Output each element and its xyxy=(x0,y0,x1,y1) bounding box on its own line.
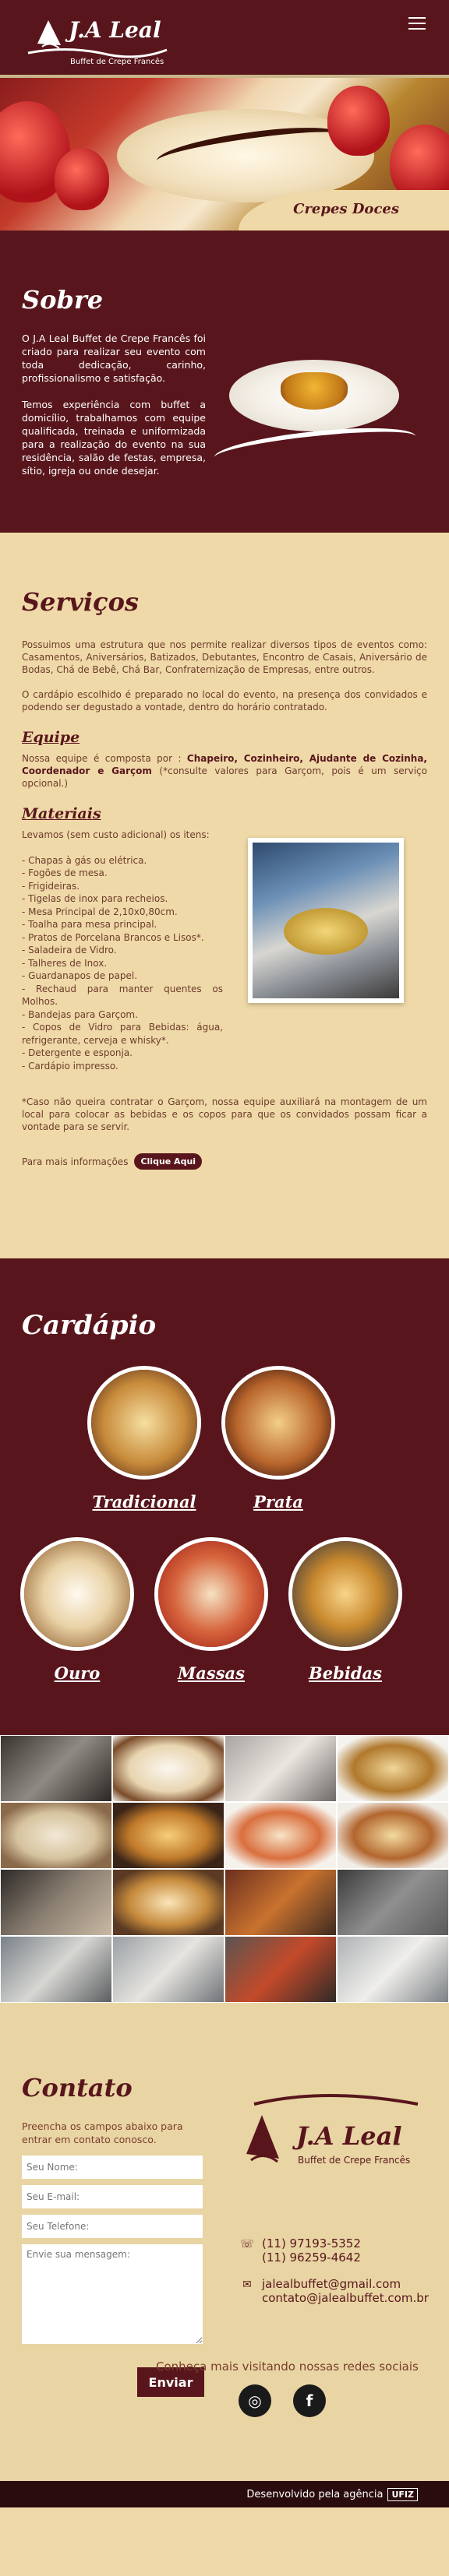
contact-logo-subtitle: Buffet de Crepe Francês xyxy=(298,2155,410,2166)
footer: Desenvolvido pela agência UFIZ xyxy=(0,2462,449,2507)
logo-title: J.A Leal xyxy=(65,17,161,43)
gallery-photo[interactable] xyxy=(0,1869,112,1936)
phone-1[interactable]: (11) 97193-5352 xyxy=(262,2236,361,2250)
menu-item-massas-image[interactable] xyxy=(154,1537,268,1651)
materials-item: - Saladeira de Vidro. xyxy=(22,945,117,955)
contact-logo-title: J.A Leal xyxy=(292,2121,402,2151)
materials-item: - Bandejas para Garçom. xyxy=(22,1008,138,1020)
site-header: J.A Leal Buffet de Crepe Francês xyxy=(0,0,449,78)
site-logo[interactable]: J.A Leal Buffet de Crepe Francês xyxy=(22,6,170,70)
gallery-photo[interactable] xyxy=(337,1735,449,1802)
gallery-photo[interactable] xyxy=(337,1936,449,2003)
materials-title: Materiais xyxy=(22,805,101,822)
email-2[interactable]: contato@jalealbuffet.com.br xyxy=(262,2291,429,2305)
gallery-photo[interactable] xyxy=(112,1936,224,2003)
footer-bar: Desenvolvido pela agência UFIZ xyxy=(0,2481,449,2507)
about-section: Sobre O J.A Leal Buffet de Crepe Francês… xyxy=(0,231,449,533)
gallery-photo[interactable] xyxy=(112,1802,224,1869)
waiter-note: *Caso não queira contratar o Garçom, nos… xyxy=(22,1096,427,1132)
materials-list: Levamos (sem custo adicional) os itens: … xyxy=(22,829,223,1072)
materials-item: - Copos de Vidro para Bebidas: água, ref… xyxy=(22,1022,223,1046)
menu-item-prata[interactable]: Prata xyxy=(208,1492,348,1511)
menu-item-tradicional-image[interactable] xyxy=(87,1366,201,1480)
facebook-icon[interactable]: f xyxy=(293,2384,326,2417)
gallery-photo[interactable] xyxy=(0,1802,112,1869)
gallery-photo[interactable] xyxy=(0,1936,112,2003)
hero-banner: Crepes Doces xyxy=(0,78,449,231)
instagram-icon[interactable]: ◎ xyxy=(239,2384,271,2417)
buffet-photo xyxy=(248,838,404,1003)
email-contact: ✉ jalealbuffet@gmail.com contato@jalealb… xyxy=(240,2277,429,2305)
click-here-button[interactable]: Clique Aqui xyxy=(134,1153,203,1170)
materials-intro: Levamos (sem custo adicional) os itens: xyxy=(22,829,210,840)
about-title: Sobre xyxy=(22,285,104,315)
team-intro: Nossa equipe é composta por : xyxy=(22,753,182,764)
agency-logo[interactable]: UFIZ xyxy=(387,2487,418,2501)
services-paragraph-1: Possuimos uma estrutura que nos permite … xyxy=(22,639,427,675)
message-input[interactable] xyxy=(22,2244,203,2344)
materials-item: - Toalha para mesa principal. xyxy=(22,919,157,930)
hamburger-menu-icon[interactable] xyxy=(408,17,426,30)
more-info-text: Para mais informações xyxy=(22,1156,129,1167)
materials-item: - Rechaud para manter quentes os Molhos. xyxy=(22,983,223,1008)
materials-item: - Cardápio impresso. xyxy=(22,1060,118,1072)
contact-logo: J.A Leal Buffet de Crepe Francês xyxy=(239,2089,422,2174)
materials-item: - Fogões de mesa. xyxy=(22,867,108,878)
phone-2[interactable]: (11) 96259-4642 xyxy=(262,2250,361,2265)
materials-item: - Mesa Principal de 2,10x0,80cm. xyxy=(22,906,178,917)
services-title: Serviços xyxy=(22,587,139,617)
materials-item: - Frigideiras. xyxy=(22,880,80,892)
footer-credit: Desenvolvido pela agência xyxy=(246,2488,384,2500)
menu-section: Cardápio Tradicional Prata Ouro Massas B… xyxy=(0,1258,449,1735)
contact-section: Contato Preencha os campos abaixo para e… xyxy=(0,2003,449,2462)
email-input[interactable] xyxy=(22,2185,203,2208)
menu-item-tradicional[interactable]: Tradicional xyxy=(74,1492,214,1511)
team-title: Equipe xyxy=(22,729,80,746)
menu-item-prata-image[interactable] xyxy=(221,1366,335,1480)
gallery-photo[interactable] xyxy=(0,1735,112,1802)
materials-block: Levamos (sem custo adicional) os itens: … xyxy=(22,829,427,1072)
gallery-photo[interactable] xyxy=(337,1869,449,1936)
phone-contact: ☏ (11) 97193-5352 (11) 96259-4642 xyxy=(240,2236,361,2265)
materials-item: - Pratos de Porcelana Brancos e Lisos*. xyxy=(22,931,204,943)
materials-item: - Detergente e esponja. xyxy=(22,1047,133,1058)
menu-item-bebidas-image[interactable] xyxy=(288,1537,402,1651)
more-info: Para mais informações Clique Aqui xyxy=(22,1153,427,1170)
mail-icon: ✉ xyxy=(242,2279,252,2291)
materials-item: - Tigelas de inox para recheios. xyxy=(22,893,168,904)
materials-item: - Talheres de Inox. xyxy=(22,957,108,969)
gallery-photo[interactable] xyxy=(224,1936,337,2003)
gallery-photo[interactable] xyxy=(224,1869,337,1936)
name-input[interactable] xyxy=(22,2155,203,2179)
hero-caption-text: Crepes Doces xyxy=(293,201,399,217)
menu-title: Cardápio xyxy=(22,1310,157,1341)
gallery-photo[interactable] xyxy=(224,1735,337,1802)
gallery-photo[interactable] xyxy=(112,1869,224,1936)
menu-item-bebidas[interactable]: Bebidas xyxy=(275,1663,415,1683)
logo-subtitle: Buffet de Crepe Francês xyxy=(70,57,164,66)
email-1[interactable]: jalealbuffet@gmail.com xyxy=(262,2277,429,2291)
strawberry-image xyxy=(327,86,390,156)
menu-item-ouro-image[interactable] xyxy=(20,1537,134,1651)
contact-lead: Preencha os campos abaixo para entrar em… xyxy=(22,2120,183,2145)
menu-item-massas[interactable]: Massas xyxy=(141,1663,281,1683)
services-paragraph-2: O cardápio escolhido é preparado no loca… xyxy=(22,689,427,713)
team-text: Nossa equipe é composta por : Chapeiro, … xyxy=(22,752,427,790)
about-paragraph-1: O J.A Leal Buffet de Crepe Francês foi c… xyxy=(22,333,206,384)
services-section: Serviços Possuimos uma estrutura que nos… xyxy=(0,533,449,1258)
gallery-photo[interactable] xyxy=(337,1802,449,1869)
strawberry-image xyxy=(55,148,109,210)
materials-item: - Chapas à gás ou elétrica. xyxy=(22,854,147,866)
photo-gallery xyxy=(0,1735,449,2003)
phone-input[interactable] xyxy=(22,2215,203,2238)
about-paragraph-2: Temos experiência com buffet a domicílio… xyxy=(22,399,206,477)
phone-icon: ☏ xyxy=(240,2238,254,2250)
materials-item: - Guardanapos de papel. xyxy=(22,970,138,981)
social-text: Conheça mais visitando nossas redes soci… xyxy=(156,2360,419,2374)
gallery-photo[interactable] xyxy=(224,1802,337,1869)
menu-item-ouro[interactable]: Ouro xyxy=(7,1663,147,1683)
gallery-photo[interactable] xyxy=(112,1735,224,1802)
